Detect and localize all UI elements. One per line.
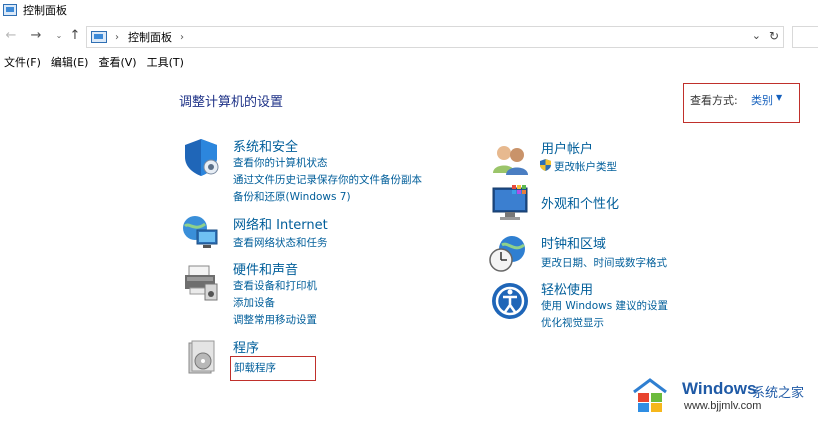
users-icon[interactable] xyxy=(490,139,530,179)
link-add-device[interactable]: 添加设备 xyxy=(233,295,275,310)
up-arrow-icon[interactable]: ↑ xyxy=(67,27,83,45)
window-title: 控制面板 xyxy=(23,4,67,17)
link-optimize-visual-display[interactable]: 优化视觉显示 xyxy=(541,315,604,330)
back-arrow-icon[interactable]: ← xyxy=(3,27,19,45)
control-panel-icon xyxy=(3,4,17,16)
uac-shield-icon xyxy=(540,159,551,171)
shield-icon[interactable] xyxy=(181,137,221,177)
category-title-system-security[interactable]: 系统和安全 xyxy=(233,136,298,155)
control-panel-icon xyxy=(91,31,107,43)
watermark-site-name: 系统之家 xyxy=(752,386,805,401)
link-view-network-status[interactable]: 查看网络状态和任务 xyxy=(233,235,328,250)
clock-globe-icon[interactable] xyxy=(488,233,528,273)
link-backup-restore[interactable]: 备份和还原(Windows 7) xyxy=(233,189,351,204)
link-devices-printers[interactable]: 查看设备和打印机 xyxy=(233,278,317,293)
printer-icon[interactable] xyxy=(181,262,221,302)
menu-tools[interactable]: 工具(T) xyxy=(147,54,184,72)
programs-disc-icon[interactable] xyxy=(183,337,223,377)
forward-arrow-icon[interactable]: → xyxy=(28,27,44,45)
refresh-icon[interactable]: ↻ xyxy=(769,29,779,43)
link-mobility-settings[interactable]: 调整常用移动设置 xyxy=(233,312,317,327)
watermark-url: www.bjjmlv.com xyxy=(684,400,762,412)
link-change-date-time-format[interactable]: 更改日期、时间或数字格式 xyxy=(541,255,667,270)
menu-view[interactable]: 查看(V) xyxy=(98,54,136,72)
recent-locations-chevron-icon[interactable]: ⌄ xyxy=(51,27,67,45)
watermark-brand: Windows xyxy=(682,379,757,398)
navigation-bar: ← → ⌄ ↑ › 控制面板 › ⌄ ↻ xyxy=(0,24,818,50)
category-title-ease-of-access[interactable]: 轻松使用 xyxy=(541,279,593,298)
breadcrumb-control-panel[interactable]: 控制面板 xyxy=(128,29,172,45)
monitor-color-icon[interactable] xyxy=(490,183,530,223)
watermark: Windows 系统之家 www.bjjmlv.com xyxy=(630,376,818,422)
view-by-dropdown[interactable]: 类别 xyxy=(751,92,773,108)
breadcrumb-separator-icon[interactable]: › xyxy=(115,32,119,43)
category-title-clock-region[interactable]: 时钟和区域 xyxy=(541,233,606,252)
ease-of-access-icon[interactable] xyxy=(490,281,530,321)
dropdown-arrow-icon[interactable]: ▼ xyxy=(776,93,782,102)
menu-file[interactable]: 文件(F) xyxy=(4,54,41,72)
menu-bar: 文件(F) 编辑(E) 查看(V) 工具(T) xyxy=(0,54,190,72)
category-title-user-accounts[interactable]: 用户帐户 xyxy=(541,138,593,157)
page-title: 调整计算机的设置 xyxy=(179,95,284,110)
breadcrumb-separator-icon[interactable]: › xyxy=(180,32,184,43)
category-title-network[interactable]: 网络和 Internet xyxy=(233,214,328,233)
category-title-hardware-sound[interactable]: 硬件和声音 xyxy=(233,259,298,278)
link-view-computer-status[interactable]: 查看你的计算机状态 xyxy=(233,155,328,170)
menu-edit[interactable]: 编辑(E) xyxy=(51,54,89,72)
title-bar: 控制面板 xyxy=(0,0,818,20)
address-dropdown-icon[interactable]: ⌄ xyxy=(752,29,761,42)
highlight-box-uninstall xyxy=(230,356,316,381)
category-title-appearance[interactable]: 外观和个性化 xyxy=(541,193,619,212)
link-file-history-backup[interactable]: 通过文件历史记录保存你的文件备份副本 xyxy=(233,172,422,187)
view-by-label: 查看方式: xyxy=(690,94,738,107)
network-globe-icon[interactable] xyxy=(181,212,221,252)
search-input[interactable] xyxy=(792,26,818,48)
address-bar[interactable]: › 控制面板 › ⌄ ↻ xyxy=(86,26,784,48)
link-windows-recommended-settings[interactable]: 使用 Windows 建议的设置 xyxy=(541,298,668,313)
category-title-programs[interactable]: 程序 xyxy=(233,337,259,356)
windows-logo-icon xyxy=(633,378,667,412)
link-change-account-type[interactable]: 更改帐户类型 xyxy=(554,159,617,174)
